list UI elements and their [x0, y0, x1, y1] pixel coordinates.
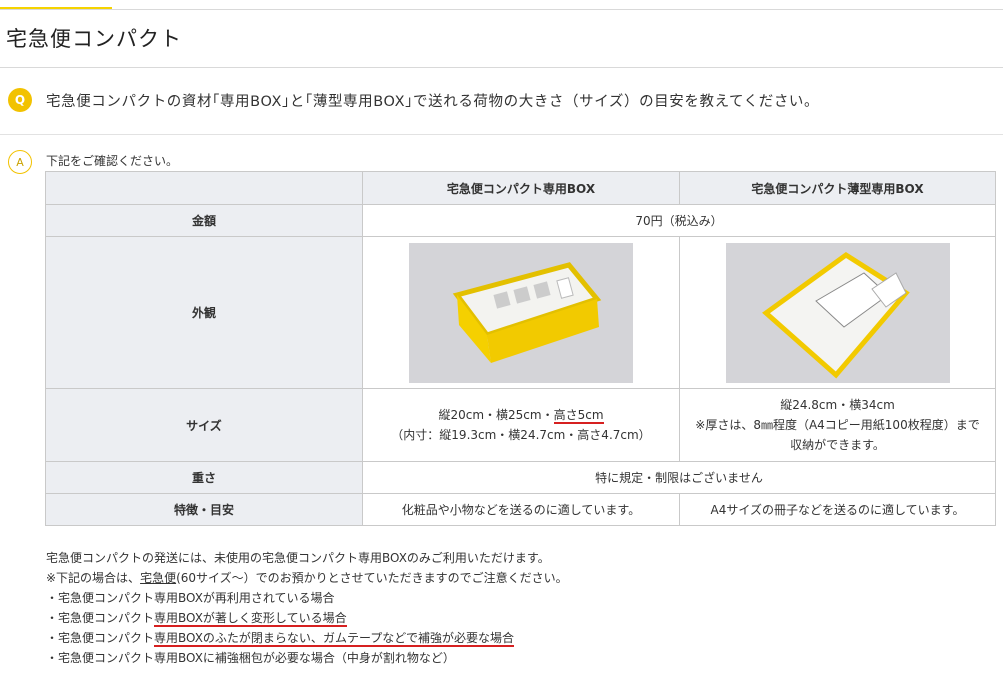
table-row-feature: 特徴・目安 化粧品や小物などを送るのに適しています。 A4サイズの冊子などを送る…	[45, 493, 996, 526]
size-box-dimensions: 縦20cm・横25cm・	[438, 408, 554, 422]
table-header-empty	[45, 171, 363, 205]
feature-box: 化粧品や小物などを送るのに適しています。	[362, 493, 680, 526]
page-title: 宅急便コンパクト	[6, 27, 182, 51]
note-marked-text: 専用BOXが著しく変形している場合	[154, 611, 347, 627]
appearance-thin-cell	[679, 236, 996, 389]
note-text: (60サイズ～）でのお預かりとさせていただきますのでご注意ください。	[176, 571, 568, 585]
appearance-box-cell	[362, 236, 680, 389]
weight-value: 特に規定・制限はございません	[362, 461, 996, 494]
table-row-weight: 重さ 特に規定・制限はございません	[45, 461, 996, 494]
row-label-price: 金額	[45, 204, 363, 237]
question-text: 宅急便コンパクトの資材｢専用BOX｣と｢薄型専用BOX｣で送れる荷物の大きさ（サ…	[46, 94, 820, 110]
table-header-row: 宅急便コンパクト専用BOX 宅急便コンパクト薄型専用BOX	[45, 171, 996, 205]
takkyubin-link[interactable]: 宅急便	[140, 571, 176, 585]
note-bullet: ・宅急便コンパクト専用BOXが再利用されている場合	[46, 591, 335, 605]
note-marked-text: 専用BOXのふたが閉まらない、	[154, 631, 323, 647]
row-label-feature: 特徴・目安	[45, 493, 363, 526]
answer-badge: A	[8, 150, 32, 174]
table-header-thin-box: 宅急便コンパクト薄型専用BOX	[679, 171, 996, 205]
note-text: ・宅急便コンパクト	[46, 631, 155, 645]
divider	[0, 67, 1003, 68]
row-label-size: サイズ	[45, 388, 363, 462]
thin-box-illustration	[761, 251, 910, 379]
feature-thin: A4サイズの冊子などを送るのに適しています。	[679, 493, 996, 526]
size-box-height: 高さ5cm	[553, 408, 604, 424]
comparison-table: 宅急便コンパクト専用BOX 宅急便コンパクト薄型専用BOX 金額 70円（税込み…	[45, 171, 996, 526]
answer-intro: 下記をご確認ください。	[46, 154, 179, 168]
note-text: ※下記の場合は、	[46, 571, 141, 585]
note-bullet: ・宅急便コンパクト専用BOXのふたが閉まらない、ガムテープなどで補強が必要な場合	[46, 628, 568, 648]
row-label-weight: 重さ	[45, 461, 363, 494]
divider	[0, 134, 1003, 135]
size-thin-note: ※厚さは、8㎜程度（A4コピー用紙100枚程度）まで	[695, 418, 980, 432]
size-thin-dimensions: 縦24.8cm・横34cm	[780, 398, 895, 412]
note-line: ※下記の場合は、宅急便(60サイズ～）でのお預かりとさせていただきますのでご注意…	[46, 568, 568, 588]
table-row-price: 金額 70円（税込み）	[45, 204, 996, 237]
size-thin-cell: 縦24.8cm・横34cm ※厚さは、8㎜程度（A4コピー用紙100枚程度）まで…	[679, 388, 996, 462]
table-header-box: 宅急便コンパクト専用BOX	[362, 171, 680, 205]
note-line: 宅急便コンパクトの発送には、未使用の宅急便コンパクト専用BOXのみご利用いただけ…	[46, 551, 550, 565]
note-bullet: ・宅急便コンパクト専用BOXが著しく変形している場合	[46, 608, 568, 628]
size-box-cell: 縦20cm・横25cm・高さ5cm （内寸：縦19.3cm・横24.7cm・高さ…	[362, 388, 680, 462]
thin-box-photo	[725, 242, 950, 383]
table-row-size: サイズ 縦20cm・横25cm・高さ5cm （内寸：縦19.3cm・横24.7c…	[45, 388, 996, 462]
table-row-appearance: 外観	[45, 236, 996, 389]
size-thin-note-cont: 収納ができます。	[790, 438, 885, 452]
size-box-inner: （内寸：縦19.3cm・横24.7cm・高さ4.7cm）	[391, 428, 651, 442]
note-marked-text: ガムテープなどで補強が必要な場合	[322, 631, 514, 647]
box-illustration	[452, 261, 602, 363]
note-bullet: ・宅急便コンパクト専用BOXに補強梱包が必要な場合（中身が割れ物など）	[46, 651, 455, 665]
question-badge: Q	[8, 88, 32, 112]
divider	[0, 9, 1003, 10]
price-value: 70円（税込み）	[362, 204, 996, 237]
notes-section: 宅急便コンパクトの発送には、未使用の宅急便コンパクト専用BOXのみご利用いただけ…	[46, 548, 568, 668]
note-text: ・宅急便コンパクト	[46, 611, 155, 625]
row-label-appearance: 外観	[45, 236, 363, 389]
box-photo	[409, 242, 633, 383]
